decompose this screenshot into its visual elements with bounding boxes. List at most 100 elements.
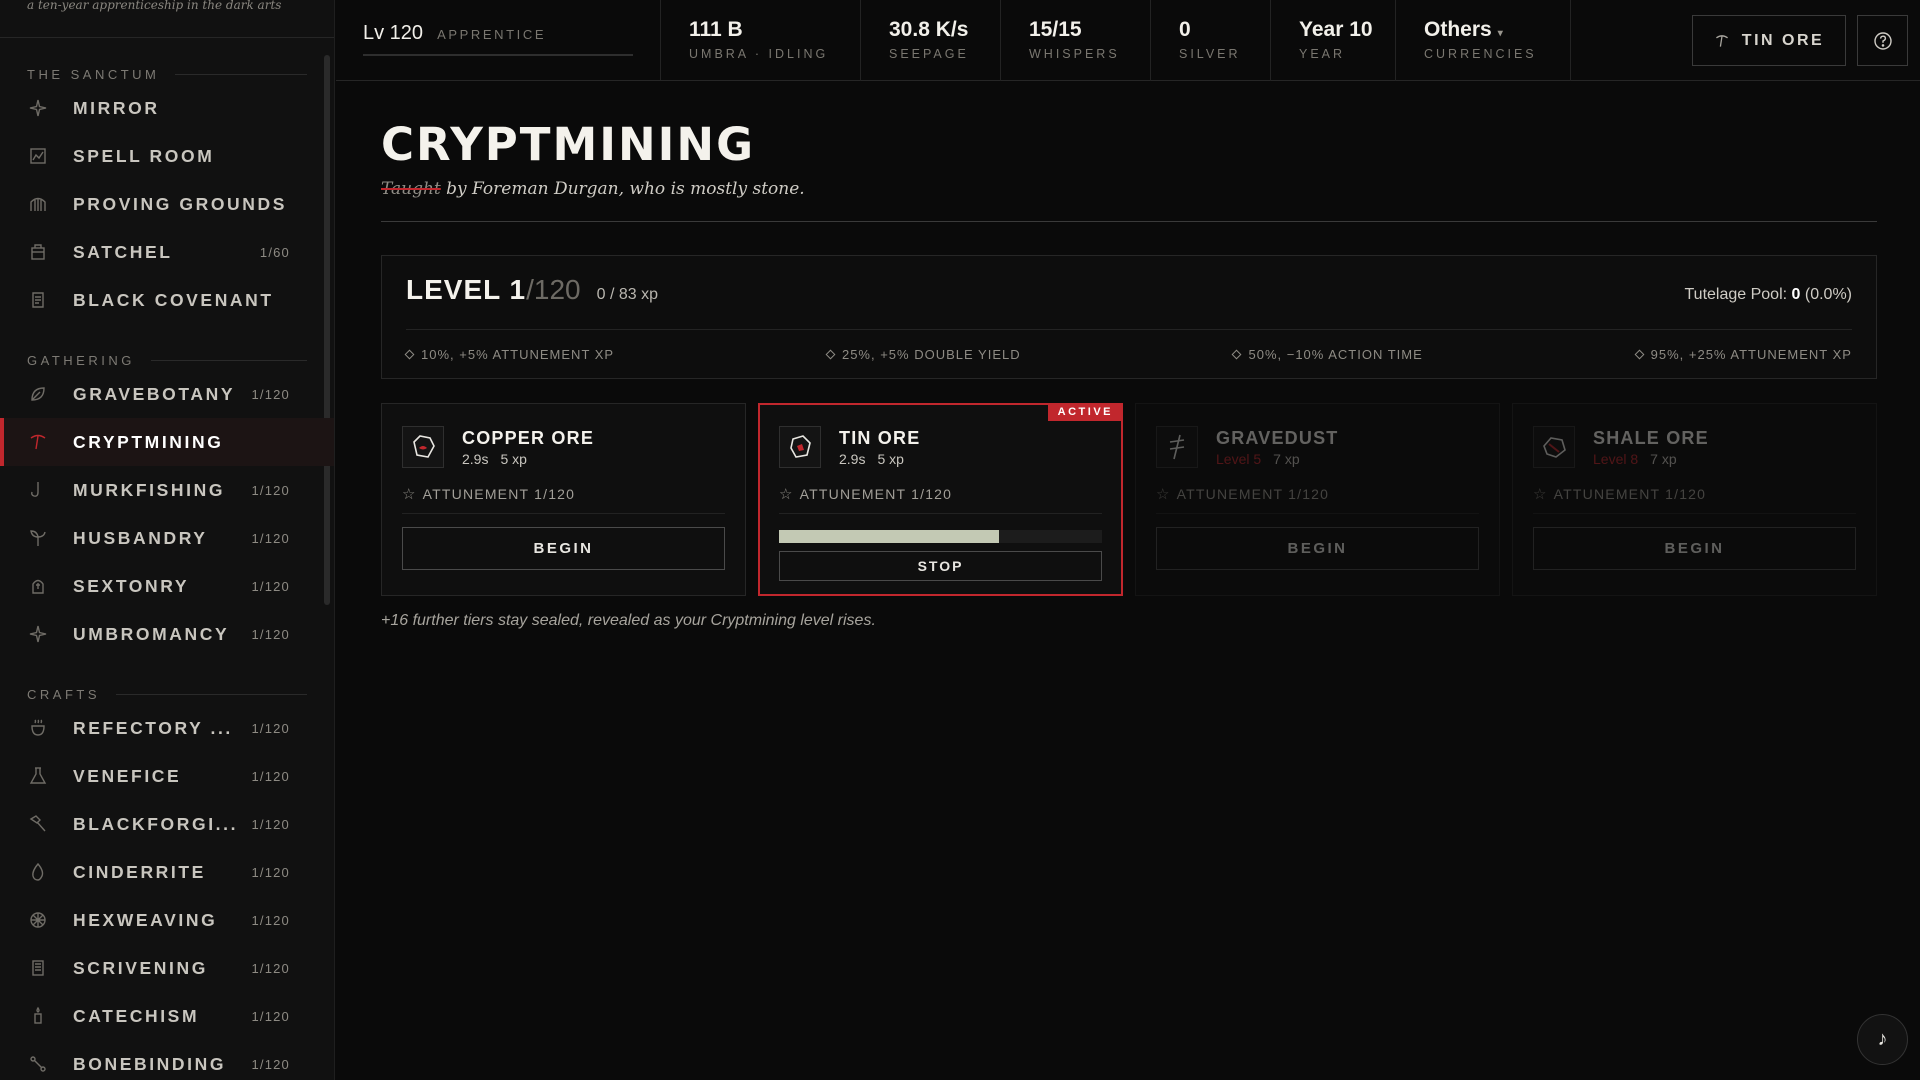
sidebar-item-umbromancy[interactable]: UMBROMANCY 1/120 <box>0 610 334 658</box>
shale-ore-icon <box>1533 426 1575 468</box>
sidebar-item-label: REFECTORY ... <box>73 717 233 738</box>
page-subtitle: Taught by Foreman Durgan, who is mostly … <box>381 179 1877 199</box>
sidebar-section-title: GATHERING <box>27 352 135 368</box>
stat-silver: 0 SILVER <box>1151 0 1271 81</box>
milestone-text: 50%, −10% ACTION TIME <box>1248 346 1423 362</box>
stat-value: Year 10 <box>1299 18 1373 42</box>
stat-value: 0 <box>1179 18 1242 42</box>
sidebar-item-mirror[interactable]: MIRROR <box>0 84 334 132</box>
card-xp: 5 xp <box>500 450 527 467</box>
sidebar-item-bonebinding[interactable]: BONEBINDING 1/120 <box>0 1040 334 1080</box>
main-content: CRYPTMINING Taught by Foreman Durgan, wh… <box>381 81 1877 630</box>
milestone: 95%, +25% ATTUNEMENT XP <box>1634 347 1852 362</box>
star-icon: ☆ <box>402 485 417 503</box>
sidebar-item-murkfishing[interactable]: MURKFISHING 1/120 <box>0 466 334 514</box>
stop-button[interactable]: STOP <box>779 551 1102 581</box>
flame-icon <box>27 861 49 883</box>
current-action-button[interactable]: TIN ORE <box>1692 15 1846 66</box>
leaf-icon <box>27 383 49 405</box>
copper-ore-icon <box>402 426 444 468</box>
stat-value: 30.8 K/s <box>889 18 972 42</box>
gate-icon <box>27 193 49 215</box>
sidebar-item-husbandry[interactable]: HUSBANDRY 1/120 <box>0 514 334 562</box>
pickaxe-icon <box>1714 33 1730 49</box>
app-root: a ten-year apprenticeship in the dark ar… <box>0 0 1920 1080</box>
gravedust-icon <box>1156 426 1198 468</box>
attunement: ☆ ATTUNEMENT 1/120 <box>1156 474 1479 514</box>
tagline: a ten-year apprenticeship in the dark ar… <box>0 0 334 38</box>
help-button[interactable] <box>1857 15 1908 66</box>
sidebar-item-label: SEXTONRY <box>73 575 190 596</box>
tutelage-pool-label: Tutelage Pool: <box>1684 286 1792 303</box>
sidebar-item-count: 1/120 <box>251 1056 290 1072</box>
stat-currencies[interactable]: Others ▾ CURRENCIES <box>1396 0 1571 81</box>
sidebar-item-refectory[interactable]: REFECTORY ... 1/120 <box>0 704 334 752</box>
begin-button[interactable]: BEGIN <box>402 527 725 570</box>
sidebar-item-label: SCRIVENING <box>73 957 208 978</box>
sidebar-item-count: 1/60 <box>259 244 290 260</box>
subtitle-struck-word: Taught <box>381 179 441 199</box>
milestone-text: 25%, +5% DOUBLE YIELD <box>841 346 1021 362</box>
sidebar-item-sextonry[interactable]: SEXTONRY 1/120 <box>0 562 334 610</box>
help-icon <box>1873 31 1892 50</box>
diamond-icon <box>825 349 836 359</box>
ore-card-copper-ore: COPPER ORE 2.9s 5 xp ☆ ATTUNEMENT 1/120 BE… <box>381 403 746 596</box>
milestone: 10%, +5% ATTUNEMENT XP <box>404 347 614 362</box>
sidebar-item-count: 1/120 <box>251 530 290 546</box>
tutelage-pool-percent: (0.0%) <box>1800 286 1852 303</box>
tutelage-pool: Tutelage Pool: 0 (0.0%) <box>1684 286 1852 304</box>
sidebar-item-count: 1/120 <box>251 720 290 736</box>
sidebar-item-label: CATECHISM <box>73 1005 200 1026</box>
level-requirement: Level 5 <box>1216 450 1262 467</box>
level-panel: LEVEL 1/120 0 / 83 xp Tutelage Pool: 0 (… <box>381 255 1877 379</box>
begin-button: BEGIN <box>1533 527 1856 570</box>
skill-level-max: /120 <box>526 274 581 305</box>
sidebar-item-hexweaving[interactable]: HEXWEAVING 1/120 <box>0 896 334 944</box>
card-meta: Level 5 7 xp <box>1216 451 1338 467</box>
stat-value: 15/15 <box>1029 18 1122 42</box>
topbar: Lv 120 APPRENTICE 111 B UMBRA · IDLING 30… <box>336 0 1920 81</box>
dropdown-caret-icon: ▾ <box>1497 28 1503 39</box>
sidebar-item-venefice[interactable]: VENEFICE 1/120 <box>0 752 334 800</box>
sidebar-item-label: BLACK COVENANT <box>73 289 274 310</box>
sidebar-item-spell-room[interactable]: SPELL ROOM <box>0 132 334 180</box>
pickaxe-icon <box>27 431 49 453</box>
player-level: Lv 120 APPRENTICE <box>336 0 661 80</box>
ore-card-shale-ore: SHALE ORE Level 87 xp ☆ ATTUNEMENT 1/120 … <box>1512 403 1877 596</box>
stat-value-text: Others <box>1424 18 1492 41</box>
section-rule <box>175 73 307 75</box>
card-xp: 5 xp <box>877 450 904 467</box>
attunement-text: ATTUNEMENT 1/120 <box>1553 485 1707 502</box>
sidebar-item-label: UMBROMANCY <box>73 623 230 644</box>
page-title: CRYPTMINING <box>381 118 756 171</box>
card-xp: 7 xp <box>1273 450 1300 467</box>
attunement: ☆ ATTUNEMENT 1/120 <box>779 474 1102 514</box>
tomb-icon <box>27 575 49 597</box>
sidebar-item-cinderrite[interactable]: CINDERRITE 1/120 <box>0 848 334 896</box>
hook-icon <box>27 479 49 501</box>
music-toggle-button[interactable]: ♪ <box>1857 1014 1908 1065</box>
sidebar-item-label: GRAVEBOTANY <box>73 383 236 404</box>
sidebar-item-gravebotany[interactable]: GRAVEBOTANY 1/120 <box>0 370 334 418</box>
pot-icon <box>27 717 49 739</box>
sidebar-item-proving-grounds[interactable]: PROVING GROUNDS <box>0 180 334 228</box>
stat-year: Year 10 YEAR <box>1271 0 1396 81</box>
sprout-icon <box>27 527 49 549</box>
sidebar-item-cryptmining[interactable]: CRYPTMINING <box>0 418 334 466</box>
sidebar-item-scrivening[interactable]: SCRIVENING 1/120 <box>0 944 334 992</box>
bag-icon <box>27 241 49 263</box>
sidebar-item-catechism[interactable]: CATECHISM 1/120 <box>0 992 334 1040</box>
subtitle-text: by Foreman Durgan, who is mostly stone. <box>440 179 805 199</box>
stat-seepage: 30.8 K/s SEEPAGE <box>861 0 1001 81</box>
bone-icon <box>27 1053 49 1075</box>
stat-umbra: 111 B UMBRA · IDLING <box>661 0 861 81</box>
stat-label: UMBRA · IDLING <box>689 47 829 61</box>
player-level-value: Lv 120 <box>363 22 424 44</box>
sidebar-item-blackforgi[interactable]: BLACKFORGI... 1/120 <box>0 800 334 848</box>
music-note-icon: ♪ <box>1877 1028 1888 1050</box>
flask-icon <box>27 765 49 787</box>
sidebar-item-satchel[interactable]: SATCHEL 1/60 <box>0 228 334 276</box>
sidebar-item-black-covenant[interactable]: BLACK COVENANT <box>0 276 334 324</box>
player-level-bar <box>363 54 633 56</box>
ore-cards: COPPER ORE 2.9s 5 xp ☆ ATTUNEMENT 1/120 BE… <box>381 403 1877 596</box>
